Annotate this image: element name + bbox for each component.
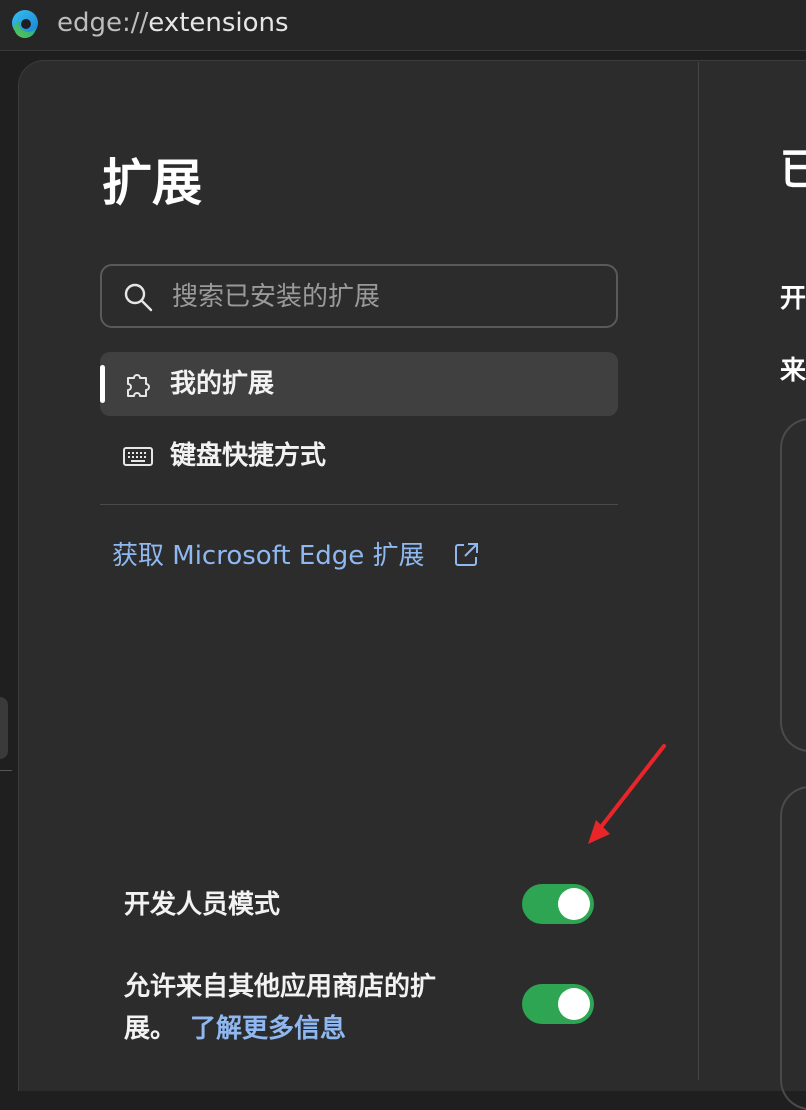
toggle-knob (558, 988, 590, 1020)
puzzle-icon (127, 374, 150, 397)
other-stores-toggle[interactable] (522, 984, 594, 1024)
collapsed-pane-handle[interactable] (0, 697, 8, 759)
search-icon (124, 283, 153, 312)
developer-mode-label: 开发人员模式 (124, 890, 281, 920)
get-extensions-link[interactable]: 获取 Microsoft Edge 扩展 (112, 537, 425, 575)
edge-logo-icon (12, 10, 38, 38)
nav-label: 我的扩展 (170, 369, 275, 399)
nav-item-my-extensions[interactable]: 我的扩展 (100, 352, 618, 416)
nav-label: 键盘快捷方式 (170, 441, 327, 471)
main-text-line: 开 (780, 284, 806, 314)
nav-item-keyboard-shortcuts[interactable]: 键盘快捷方式 (100, 424, 618, 488)
left-gutter (0, 52, 18, 1080)
url-host: extensions (148, 8, 289, 38)
extension-card[interactable] (780, 786, 806, 1110)
main-text-line: 来 (780, 356, 806, 386)
annotation-arrow-icon (588, 744, 666, 844)
learn-more-link[interactable]: 了解更多信息 (190, 1014, 346, 1044)
developer-mode-toggle[interactable] (522, 884, 594, 924)
active-indicator (100, 365, 105, 403)
divider (100, 504, 618, 505)
toggle-knob (558, 888, 590, 920)
keyboard-icon (123, 447, 153, 466)
search-box[interactable] (100, 264, 618, 328)
external-link-icon[interactable] (452, 541, 480, 569)
address-bar[interactable]: edge://extensions (0, 0, 806, 51)
gutter-divider (0, 770, 12, 771)
url-text[interactable]: edge://extensions (57, 8, 289, 38)
url-scheme: edge:// (57, 8, 149, 38)
page-title: 扩展 (102, 154, 202, 212)
search-input[interactable] (170, 280, 594, 314)
main-title: 已 (780, 145, 806, 194)
extension-card[interactable] (780, 418, 806, 752)
panel-divider (698, 62, 699, 1080)
other-stores-label: 允许来自其他应用商店的扩展。 了解更多信息 (124, 966, 474, 1050)
